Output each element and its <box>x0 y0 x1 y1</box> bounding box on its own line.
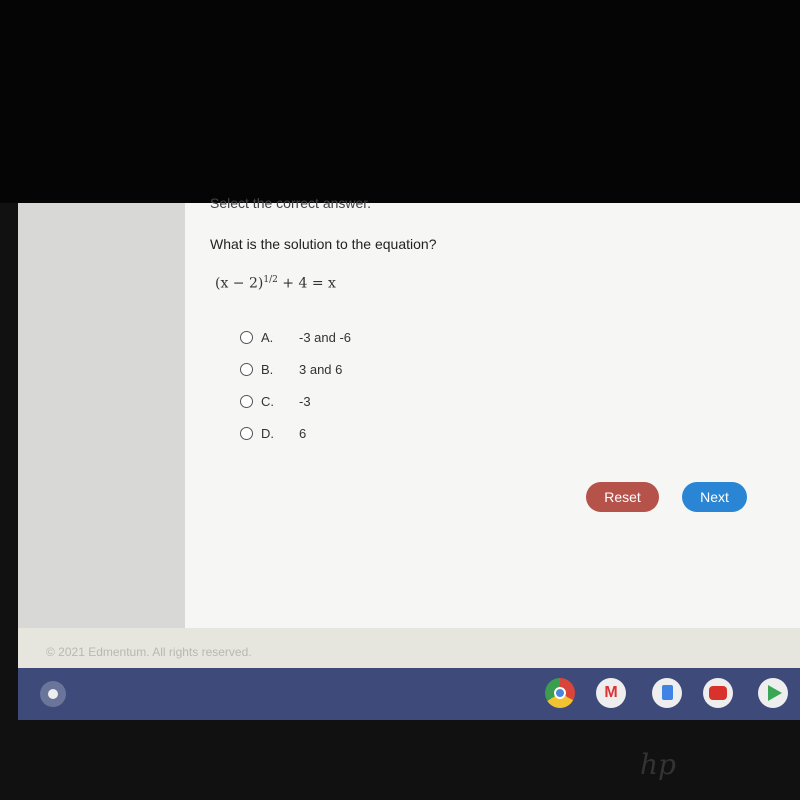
option-text: -3 and -6 <box>299 330 352 345</box>
left-sidebar <box>18 203 185 628</box>
radio-icon[interactable] <box>240 395 253 408</box>
option-letter: C. <box>261 394 274 409</box>
option-letter: D. <box>261 426 274 441</box>
question-panel: Select the correct answer. What is the s… <box>185 195 800 628</box>
option-b[interactable]: B. 3 and 6 <box>240 362 342 377</box>
radio-icon[interactable] <box>240 363 253 376</box>
screen: Select the correct answer. What is the s… <box>18 195 800 668</box>
instruction-text: Select the correct answer. <box>210 195 372 211</box>
option-d[interactable]: D. 6 <box>240 426 306 441</box>
hp-logo: hp <box>640 748 676 781</box>
option-letter: B. <box>261 362 274 377</box>
next-button[interactable]: Next <box>682 482 747 512</box>
footer: © 2021 Edmentum. All rights reserved. <box>18 628 800 668</box>
dark-background <box>0 0 800 203</box>
option-text: -3 <box>299 394 311 409</box>
question-text: What is the solution to the equation? <box>210 236 437 252</box>
youtube-icon[interactable] <box>703 678 733 708</box>
equation-base: (x − 2) <box>215 275 264 292</box>
option-text: 6 <box>299 426 307 441</box>
option-c[interactable]: C. -3 <box>240 394 311 409</box>
taskbar: M <box>18 668 800 720</box>
option-a[interactable]: A. -3 and -6 <box>240 330 351 345</box>
option-text: 3 and 6 <box>299 362 343 377</box>
launcher-icon[interactable] <box>40 681 66 707</box>
docs-icon[interactable] <box>652 678 682 708</box>
option-letter: A. <box>261 330 274 345</box>
radio-icon[interactable] <box>240 427 253 440</box>
gmail-icon[interactable]: M <box>596 678 626 708</box>
play-store-icon[interactable] <box>758 678 788 708</box>
reset-button[interactable]: Reset <box>586 482 659 512</box>
equation-exponent: 1/2 <box>263 275 278 285</box>
equation: (x − 2)1/2 + 4 = x <box>215 275 336 292</box>
equation-rest: + 4 = x <box>277 275 336 292</box>
chrome-icon[interactable] <box>545 678 575 708</box>
radio-icon[interactable] <box>240 331 253 344</box>
copyright-text: © 2021 Edmentum. All rights reserved. <box>46 645 252 659</box>
